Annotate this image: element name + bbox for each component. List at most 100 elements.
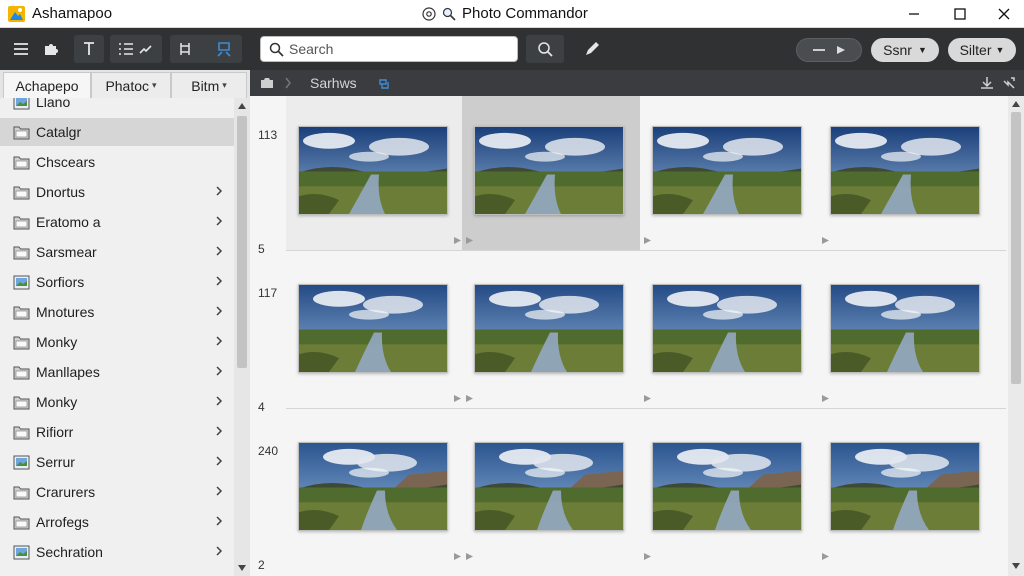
chevron-right-icon[interactable] <box>214 335 224 347</box>
chevron-right-icon[interactable] <box>214 275 224 287</box>
photo-thumbnail[interactable] <box>474 284 624 373</box>
thumbnail-cell[interactable] <box>462 412 640 566</box>
photo-thumbnail[interactable] <box>474 442 624 531</box>
window-title: Photo Commandor <box>422 5 588 22</box>
chevron-right-icon[interactable] <box>214 515 224 527</box>
thumbnail-cell[interactable] <box>286 96 464 250</box>
sidebar-item[interactable]: Liotsels <box>0 568 234 576</box>
sidebar-scrollbar[interactable] <box>234 98 250 576</box>
thumbnail-cell[interactable] <box>818 412 996 566</box>
photo-thumbnail[interactable] <box>830 126 980 215</box>
thumbnail-play-icon[interactable] <box>454 395 461 402</box>
chevron-right-icon[interactable] <box>214 305 224 317</box>
sidebar-item[interactable]: Manllapes <box>0 358 234 386</box>
thumbnail-cell[interactable] <box>640 96 818 250</box>
chevron-right-icon[interactable] <box>214 215 224 227</box>
photo-thumbnail[interactable] <box>298 442 448 531</box>
tab-0[interactable]: Achapepo <box>3 72 91 98</box>
chevron-right-icon[interactable] <box>214 395 224 407</box>
thumbnail-cell[interactable] <box>286 412 464 566</box>
thumbnail-cell[interactable] <box>640 412 818 566</box>
thumbnail-cell[interactable] <box>462 96 640 250</box>
close-button[interactable] <box>983 0 1024 28</box>
maximize-button[interactable] <box>939 0 981 28</box>
edit-button[interactable] <box>578 35 606 63</box>
thumbnail-cell[interactable] <box>818 254 996 408</box>
sidebar-item[interactable]: Mnotures <box>0 298 234 326</box>
compare-view-button[interactable] <box>170 35 242 63</box>
photo-thumbnail[interactable] <box>830 284 980 373</box>
text-tool-button[interactable] <box>74 35 104 63</box>
thumbnail-play-icon[interactable] <box>454 553 461 560</box>
thumbnail-play-icon[interactable] <box>454 237 461 244</box>
thumbnail-cell[interactable] <box>640 254 818 408</box>
thumbnail-play-icon[interactable] <box>644 395 651 402</box>
minimize-button[interactable] <box>893 0 935 28</box>
scroll-down-icon[interactable] <box>238 564 246 572</box>
photo-thumbnail[interactable] <box>298 284 448 373</box>
tab-1[interactable]: Phatoc ▾ <box>91 72 171 98</box>
grid-scroll-thumb[interactable] <box>1011 112 1021 384</box>
thumbnail-play-icon[interactable] <box>466 395 473 402</box>
thumbnail-play-icon[interactable] <box>644 237 651 244</box>
sidebar-scroll-thumb[interactable] <box>237 116 247 368</box>
download-icon[interactable] <box>980 76 994 90</box>
sidebar-item[interactable]: Sechration <box>0 538 234 566</box>
camera-icon[interactable] <box>260 76 274 90</box>
search-input[interactable] <box>289 40 511 58</box>
grid-scrollbar[interactable] <box>1008 96 1024 576</box>
sidebar-item[interactable]: Serrur <box>0 448 234 476</box>
thumbnail-play-icon[interactable] <box>466 553 473 560</box>
tab-2[interactable]: Bitm ▾ <box>171 72 247 98</box>
slideshow-control[interactable] <box>796 38 862 62</box>
share-icon[interactable] <box>1002 76 1016 90</box>
sidebar-item[interactable]: Llano <box>0 98 234 116</box>
photo-thumbnail[interactable] <box>830 442 980 531</box>
thumbnail-play-icon[interactable] <box>822 395 829 402</box>
thumbnail-cell[interactable] <box>462 254 640 408</box>
filter-dropdown[interactable]: Silter ▼ <box>948 38 1016 62</box>
sidebar-item[interactable]: Arrofegs <box>0 508 234 536</box>
thumbnail-play-icon[interactable] <box>822 237 829 244</box>
sidebar-item-label: Arrofegs <box>36 514 89 530</box>
chevron-right-icon[interactable] <box>214 245 224 257</box>
chevron-right-icon[interactable] <box>214 455 224 467</box>
sidebar-item[interactable]: Sorfiors <box>0 268 234 296</box>
sort-dropdown[interactable]: Ssnr ▼ <box>871 38 939 62</box>
sidebar-item[interactable]: Crarurers <box>0 478 234 506</box>
sidebar-item[interactable]: Monky <box>0 328 234 356</box>
search-box[interactable] <box>260 36 518 62</box>
chevron-right-icon[interactable] <box>214 485 224 497</box>
chevron-right-icon[interactable] <box>284 76 292 90</box>
photo-thumbnail[interactable] <box>652 126 802 215</box>
sidebar-item[interactable]: Rifiorr <box>0 418 234 446</box>
sidebar-item[interactable]: Chscears <box>0 148 234 176</box>
chevron-right-icon[interactable] <box>214 425 224 437</box>
chevron-right-icon[interactable] <box>214 545 224 557</box>
thumbnail-cell[interactable] <box>818 96 996 250</box>
scroll-up-icon[interactable] <box>238 102 246 110</box>
sidebar-item[interactable]: Eratomo a <box>0 208 234 236</box>
sidebar-item[interactable]: Catalgr <box>0 118 234 146</box>
chevron-right-icon[interactable] <box>214 185 224 197</box>
chevron-right-icon[interactable] <box>214 365 224 377</box>
link-icon[interactable] <box>376 76 390 90</box>
thumbnail-play-icon[interactable] <box>644 553 651 560</box>
list-view-button[interactable] <box>110 35 162 63</box>
photo-thumbnail[interactable] <box>652 442 802 531</box>
sidebar-item[interactable]: Dnortus <box>0 178 234 206</box>
thumbnail-play-icon[interactable] <box>822 553 829 560</box>
thumbnail-play-icon[interactable] <box>466 237 473 244</box>
menu-button[interactable] <box>8 35 34 63</box>
scroll-down-icon[interactable] <box>1012 562 1020 570</box>
photo-thumbnail[interactable] <box>652 284 802 373</box>
sidebar-item[interactable]: Monky <box>0 388 234 416</box>
photo-thumbnail[interactable] <box>474 126 624 215</box>
puzzle-button[interactable] <box>38 35 64 63</box>
sidebar-item[interactable]: Sarsmear <box>0 238 234 266</box>
photo-thumbnail[interactable] <box>298 126 448 215</box>
zoom-search-button[interactable] <box>526 35 564 63</box>
thumbnail-cell[interactable] <box>286 254 464 408</box>
scroll-up-icon[interactable] <box>1012 100 1020 108</box>
folder-icon <box>13 396 30 410</box>
